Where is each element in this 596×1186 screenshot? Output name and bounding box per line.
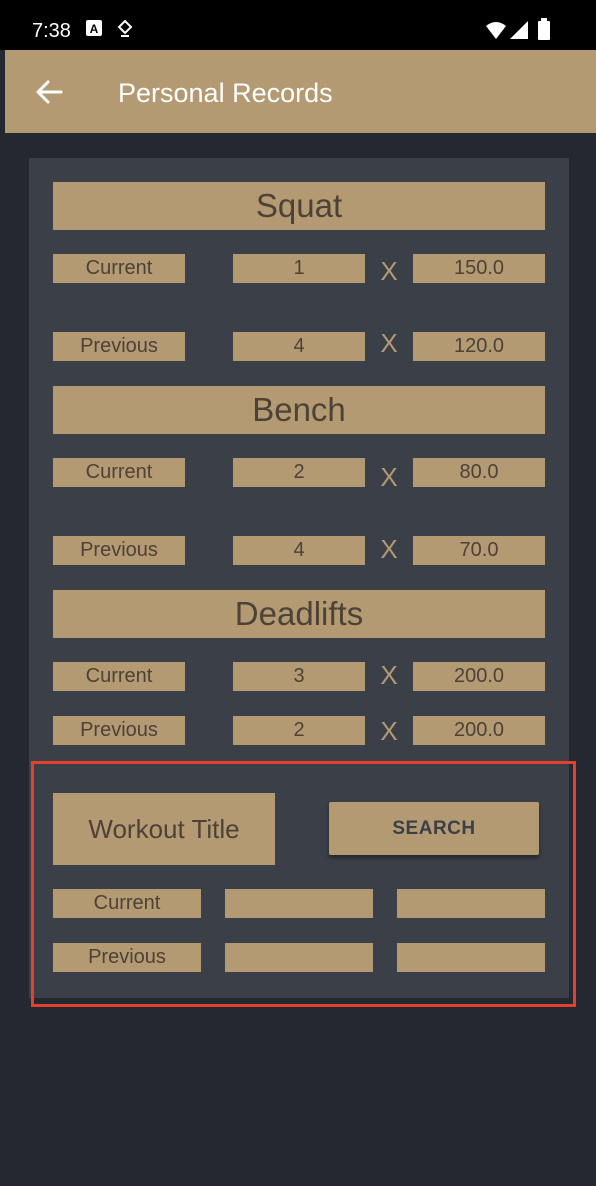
- battery-icon: [538, 18, 550, 40]
- deadlifts-current-reps: 3: [233, 662, 365, 691]
- current-label: Current: [53, 254, 185, 283]
- current-label: Current: [53, 458, 185, 487]
- deadlifts-previous-weight: 200.0: [413, 716, 545, 745]
- times-symbol: X: [380, 716, 398, 746]
- exercise-title-deadlifts: Deadlifts: [53, 590, 545, 638]
- cellular-signal-icon: [510, 21, 528, 39]
- status-bar: 7:38 A: [0, 0, 596, 50]
- deadlifts-current-weight: 200.0: [413, 662, 545, 691]
- previous-label: Previous: [53, 536, 185, 565]
- page-title: Personal Records: [118, 78, 333, 108]
- search-section-highlight: [31, 761, 576, 1007]
- deadlifts-previous-reps: 2: [233, 716, 365, 745]
- squat-previous-weight: 120.0: [413, 332, 545, 361]
- bench-current-weight: 80.0: [413, 458, 545, 487]
- svg-text:A: A: [90, 22, 99, 36]
- squat-current-weight: 150.0: [413, 254, 545, 283]
- times-symbol: X: [380, 462, 398, 492]
- squat-previous-reps: 4: [233, 332, 365, 361]
- status-time: 7:38: [32, 20, 71, 42]
- back-arrow-icon[interactable]: [35, 80, 63, 104]
- times-symbol: X: [380, 534, 398, 564]
- current-label: Current: [53, 662, 185, 691]
- previous-label: Previous: [53, 332, 185, 361]
- exercise-title-bench: Bench: [53, 386, 545, 434]
- times-symbol: X: [380, 660, 398, 690]
- wifi-icon: [486, 22, 506, 39]
- previous-label: Previous: [53, 716, 185, 745]
- times-symbol: X: [380, 256, 398, 286]
- exercise-title-squat: Squat: [53, 182, 545, 230]
- bench-previous-reps: 4: [233, 536, 365, 565]
- bench-previous-weight: 70.0: [413, 536, 545, 565]
- accessibility-notification-icon: A: [86, 20, 102, 36]
- squat-current-reps: 1: [233, 254, 365, 283]
- download-notification-icon: [117, 20, 133, 37]
- times-symbol: X: [380, 328, 398, 358]
- bench-current-reps: 2: [233, 458, 365, 487]
- app-bar: Personal Records: [5, 50, 596, 133]
